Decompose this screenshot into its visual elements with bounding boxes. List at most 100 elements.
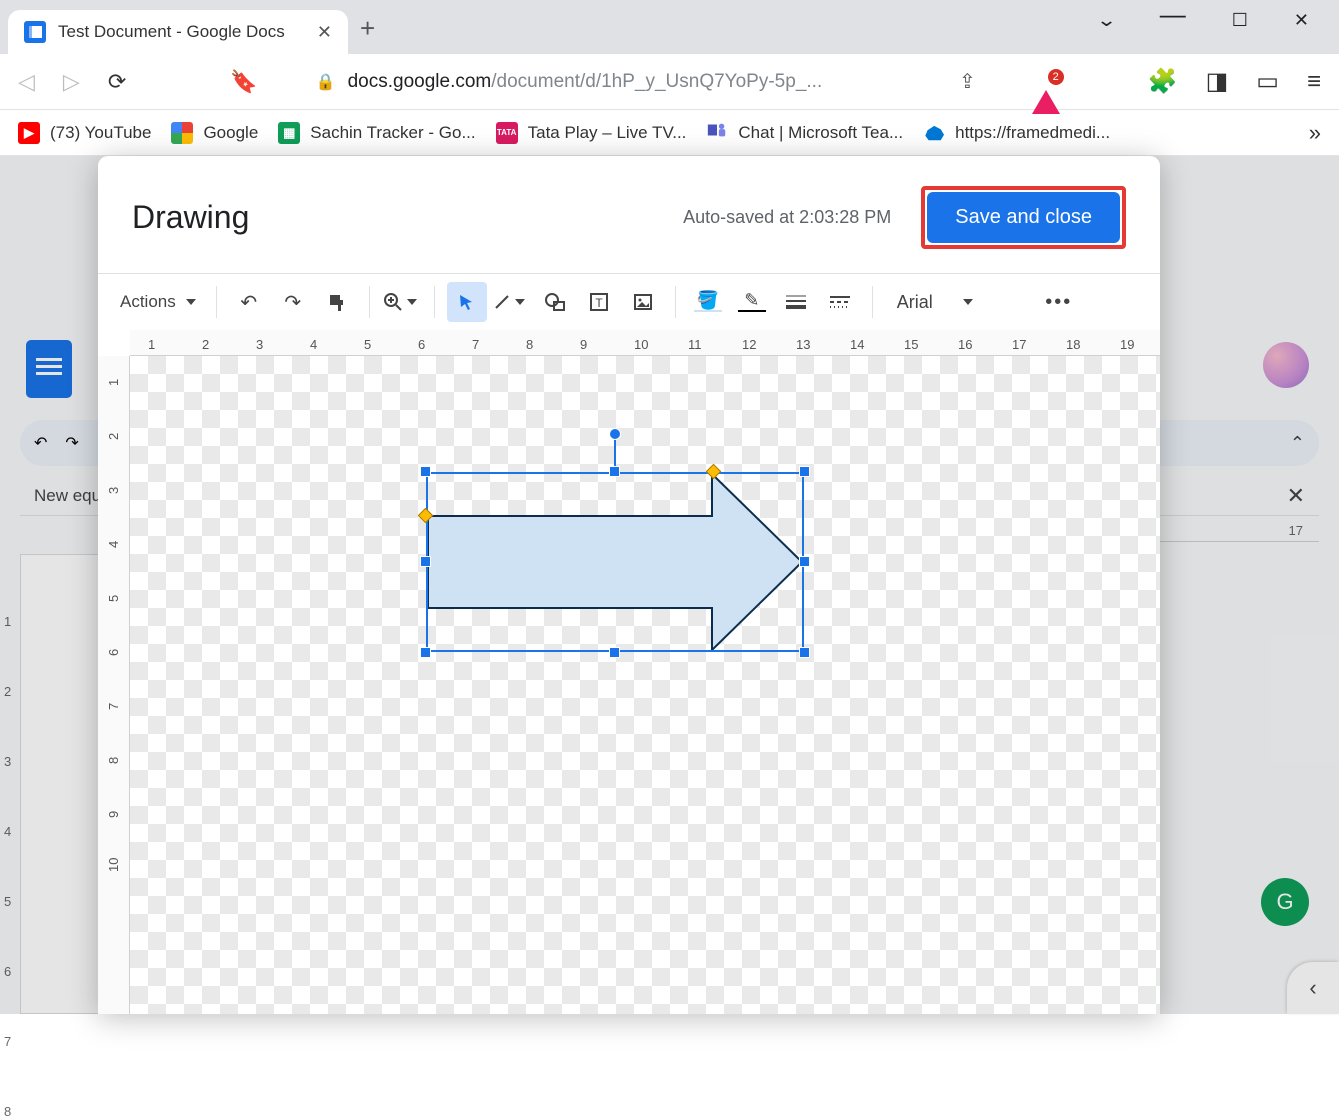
resize-handle-s[interactable] bbox=[609, 647, 620, 658]
bookmark-label: (73) YouTube bbox=[50, 123, 151, 143]
textbox-tool-button[interactable]: T bbox=[579, 282, 619, 322]
save-and-close-button[interactable]: Save and close bbox=[927, 192, 1120, 243]
close-window-button[interactable]: ✕ bbox=[1294, 10, 1309, 31]
zoom-button[interactable] bbox=[382, 282, 422, 322]
actions-menu[interactable]: Actions bbox=[112, 292, 204, 312]
lock-icon[interactable]: 🔒 bbox=[316, 72, 336, 92]
drawing-canvas[interactable] bbox=[130, 356, 1160, 1014]
border-weight-button[interactable] bbox=[776, 282, 816, 322]
minimize-button[interactable]: — bbox=[1160, 0, 1186, 30]
border-color-button[interactable]: ✎ bbox=[732, 282, 772, 322]
vertical-ruler[interactable]: 12345678910 bbox=[98, 356, 130, 1014]
resize-handle-e[interactable] bbox=[799, 556, 810, 567]
ruler-number: 2 bbox=[106, 433, 121, 440]
bookmark-label: https://framedmedi... bbox=[955, 123, 1110, 143]
border-dash-button[interactable] bbox=[820, 282, 860, 322]
close-tab-icon[interactable]: ✕ bbox=[317, 22, 332, 43]
drawing-dialog-header: Drawing Auto-saved at 2:03:28 PM Save an… bbox=[98, 156, 1160, 273]
bookmarks-bar: ▶ (73) YouTube Google ▦ Sachin Tracker -… bbox=[0, 110, 1339, 156]
window-controls: ⌄ — ☐ ✕ bbox=[1099, 0, 1339, 40]
ruler-number: 9 bbox=[106, 811, 121, 818]
ruler-number: 4 bbox=[106, 541, 121, 548]
paint-format-button[interactable] bbox=[317, 282, 357, 322]
google-icon bbox=[171, 122, 193, 144]
bookmark-label: Google bbox=[203, 123, 258, 143]
caret-down-icon bbox=[515, 299, 525, 305]
reload-icon[interactable]: ⟳ bbox=[108, 69, 126, 95]
actions-label: Actions bbox=[120, 292, 176, 312]
resize-handle-w[interactable] bbox=[420, 556, 431, 567]
ruler-number: 3 bbox=[256, 337, 263, 352]
image-tool-button[interactable] bbox=[623, 282, 663, 322]
ruler-number: 3 bbox=[106, 487, 121, 494]
font-family-label: Arial bbox=[897, 292, 933, 313]
separator bbox=[675, 286, 676, 318]
ruler-number: 5 bbox=[364, 337, 371, 352]
resize-handle-nw[interactable] bbox=[420, 466, 431, 477]
browser-menu-icon[interactable]: ≡ bbox=[1307, 68, 1321, 96]
resize-handle-ne[interactable] bbox=[799, 466, 810, 477]
resize-handle-n[interactable] bbox=[609, 466, 620, 477]
ruler-number: 13 bbox=[796, 337, 810, 352]
rotation-line bbox=[614, 436, 616, 466]
drawing-dialog: Drawing Auto-saved at 2:03:28 PM Save an… bbox=[98, 156, 1160, 1014]
onedrive-icon bbox=[923, 122, 945, 144]
separator bbox=[369, 286, 370, 318]
caret-down-icon bbox=[186, 299, 196, 305]
extension-shield-icon[interactable]: 2 bbox=[1032, 73, 1060, 91]
url-text: docs.google.com/document/d/1hP_y_UsnQ7Yo… bbox=[348, 71, 823, 93]
bookmark-tataplay[interactable]: TATA Tata Play – Live TV... bbox=[496, 122, 687, 144]
bookmark-youtube[interactable]: ▶ (73) YouTube bbox=[18, 122, 151, 144]
line-tool-button[interactable] bbox=[491, 282, 531, 322]
ruler-number: 11 bbox=[688, 337, 702, 352]
bookmarks-overflow-icon[interactable]: » bbox=[1309, 120, 1321, 146]
share-icon[interactable]: ⇪ bbox=[959, 69, 976, 94]
tab-title: Test Document - Google Docs bbox=[58, 22, 305, 42]
ruler-number: 9 bbox=[580, 337, 587, 352]
ruler-number: 2 bbox=[202, 337, 209, 352]
bookmark-sheets[interactable]: ▦ Sachin Tracker - Go... bbox=[278, 122, 475, 144]
shape-tool-button[interactable] bbox=[535, 282, 575, 322]
nav-forward-icon[interactable]: ▷ bbox=[63, 69, 80, 95]
sidepanel-icon[interactable]: ◨ bbox=[1206, 67, 1229, 96]
more-options-button[interactable]: ••• bbox=[1039, 282, 1079, 322]
caret-down-icon bbox=[963, 299, 973, 305]
ruler-number: 6 bbox=[418, 337, 425, 352]
paint-bucket-icon: 🪣 bbox=[697, 292, 719, 308]
selection-box bbox=[426, 472, 804, 652]
undo-button[interactable]: ↶ bbox=[229, 282, 269, 322]
address-bar[interactable]: 🔒 docs.google.com/document/d/1hP_y_UsnQ7… bbox=[316, 62, 931, 102]
shield-badge: 2 bbox=[1048, 69, 1064, 85]
fill-color-button[interactable]: 🪣 bbox=[688, 282, 728, 322]
ruler-number: 7 bbox=[472, 337, 479, 352]
bookmark-icon[interactable]: 🔖 bbox=[230, 69, 257, 95]
browser-tab[interactable]: Test Document - Google Docs ✕ bbox=[8, 10, 348, 54]
drawing-canvas-area: 12345678910111213141516171819 1234567891… bbox=[98, 330, 1160, 1014]
separator bbox=[216, 286, 217, 318]
bookmark-teams[interactable]: Chat | Microsoft Tea... bbox=[706, 119, 903, 146]
select-tool-button[interactable] bbox=[447, 282, 487, 322]
wallet-icon[interactable]: ▭ bbox=[1256, 67, 1279, 96]
selected-arrow-shape[interactable] bbox=[426, 472, 804, 652]
tab-strip: Test Document - Google Docs ✕ + ⌄ — ☐ ✕ bbox=[0, 0, 1339, 54]
tataplay-icon: TATA bbox=[496, 122, 518, 144]
sheets-icon: ▦ bbox=[278, 122, 300, 144]
resize-handle-sw[interactable] bbox=[420, 647, 431, 658]
resize-handle-se[interactable] bbox=[799, 647, 810, 658]
nav-back-icon[interactable]: ◁ bbox=[18, 69, 35, 95]
ruler-number: 1 bbox=[148, 337, 155, 352]
bookmark-onedrive[interactable]: https://framedmedi... bbox=[923, 122, 1110, 144]
font-family-select[interactable]: Arial bbox=[897, 292, 1027, 313]
ruler-number: 8 bbox=[526, 337, 533, 352]
pencil-icon: ✎ bbox=[744, 292, 759, 308]
extensions-icon[interactable]: 🧩 bbox=[1148, 67, 1178, 96]
maximize-button[interactable]: ☐ bbox=[1232, 10, 1248, 31]
redo-button[interactable]: ↷ bbox=[273, 282, 313, 322]
bookmark-google[interactable]: Google bbox=[171, 122, 258, 144]
new-tab-button[interactable]: + bbox=[360, 13, 375, 54]
horizontal-ruler[interactable]: 12345678910111213141516171819 bbox=[130, 330, 1160, 356]
rotation-handle[interactable] bbox=[609, 428, 621, 440]
bookmark-label: Tata Play – Live TV... bbox=[528, 123, 687, 143]
tab-search-icon[interactable]: ⌄ bbox=[1096, 10, 1117, 31]
ruler-number: 6 bbox=[106, 649, 121, 656]
